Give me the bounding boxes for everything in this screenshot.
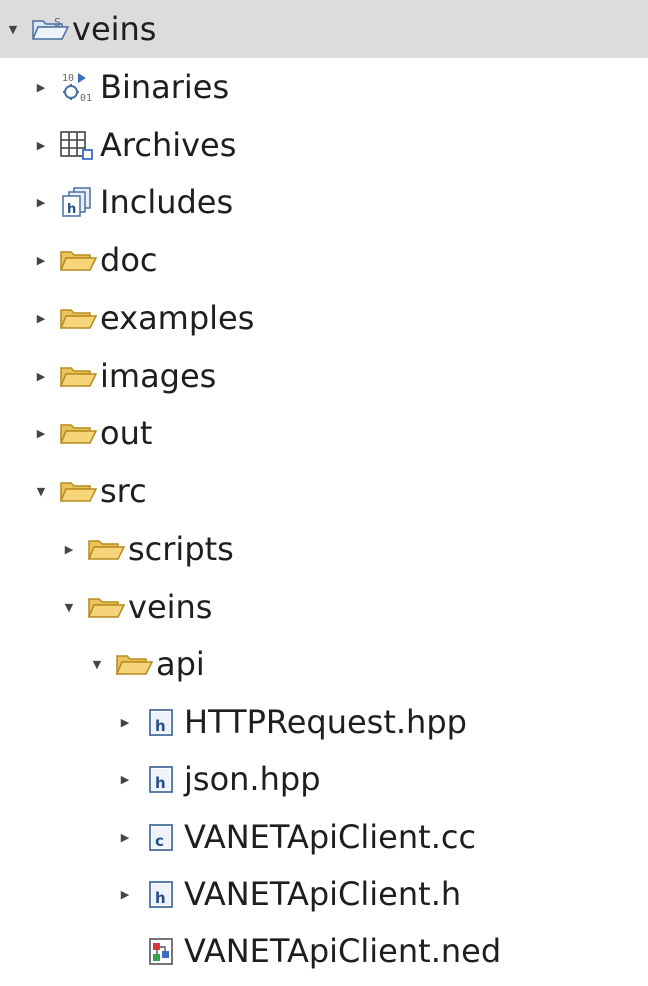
tree-item-binaries[interactable]: ▶ 10 01 Binaries <box>0 58 648 116</box>
tree-item-label: veins <box>72 10 157 48</box>
tree-item-httprequest-hpp[interactable]: ▶ h HTTPRequest.hpp <box>0 693 648 751</box>
expand-arrow-icon[interactable]: ▶ <box>118 772 132 786</box>
folder-icon <box>58 419 98 447</box>
expand-arrow-icon[interactable]: ▶ <box>34 311 48 325</box>
header-file-icon: h <box>142 705 182 739</box>
tree-item-src[interactable]: ▼ src <box>0 462 648 520</box>
folder-icon <box>58 477 98 505</box>
project-explorer-tree: ▼ Sveins ▶ 10 01 Binaries ▶ Archives ▶ h Incl… <box>0 0 648 986</box>
tree-item-label: api <box>156 645 205 683</box>
tree-item-label: VANETApiClient.ned <box>184 932 502 970</box>
tree-item-label: VANETApiClient.h <box>184 875 462 913</box>
tree-item-label: Archives <box>100 126 237 164</box>
source-file-icon: c <box>142 820 182 854</box>
svg-text:c: c <box>155 832 164 850</box>
tree-item-examples[interactable]: ▶ examples <box>0 289 648 347</box>
tree-item-label: veins <box>128 588 213 626</box>
tree-item-vanetapiclient-ned[interactable]: ▶ VANETApiClient.ned <box>0 922 648 980</box>
tree-item-veins[interactable]: ▼ Sveins <box>0 0 648 58</box>
folder-icon <box>58 304 98 332</box>
collapse-arrow-icon[interactable]: ▼ <box>90 657 104 671</box>
folder-icon <box>58 246 98 274</box>
expand-arrow-icon[interactable]: ▶ <box>34 253 48 267</box>
tree-item-vanetapiclient-h[interactable]: ▶ h VANETApiClient.h <box>0 865 648 923</box>
tree-item-scripts[interactable]: ▶ scripts <box>0 520 648 578</box>
svg-text:h: h <box>155 889 166 907</box>
tree-item-archives[interactable]: ▶ Archives <box>0 116 648 174</box>
tree-item-label: images <box>100 357 217 395</box>
tree-item-images[interactable]: ▶ images <box>0 347 648 405</box>
tree-item-includes[interactable]: ▶ h Includes <box>0 173 648 231</box>
expand-arrow-icon[interactable]: ▶ <box>34 369 48 383</box>
collapse-arrow-icon[interactable]: ▼ <box>6 22 20 36</box>
expand-arrow-icon[interactable]: ▶ <box>34 426 48 440</box>
tree-item-label: Includes <box>100 183 234 221</box>
tree-item-label: src <box>100 472 147 510</box>
header-file-icon: h <box>142 877 182 911</box>
expand-arrow-icon[interactable]: ▶ <box>118 887 132 901</box>
folder-icon <box>114 650 154 678</box>
tree-item-label: Binaries <box>100 68 230 106</box>
tree-item-label: out <box>100 414 153 452</box>
tree-item-out[interactable]: ▶ out <box>0 404 648 462</box>
project-folder-icon: S <box>30 14 70 44</box>
svg-text:10: 10 <box>62 73 74 84</box>
includes-icon: h <box>58 185 98 219</box>
svg-text:h: h <box>155 717 166 735</box>
tree-item-json-hpp[interactable]: ▶ h json.hpp <box>0 750 648 808</box>
tree-item-label: json.hpp <box>184 760 321 798</box>
expand-arrow-icon[interactable]: ▶ <box>118 830 132 844</box>
expand-arrow-icon[interactable]: ▶ <box>34 195 48 209</box>
header-file-icon: h <box>142 762 182 796</box>
tree-item-api[interactable]: ▼ api <box>0 635 648 693</box>
tree-item-label: examples <box>100 299 255 337</box>
folder-icon <box>58 362 98 390</box>
tree-item-vanetapiclient-cc[interactable]: ▶ c VANETApiClient.cc <box>0 808 648 866</box>
collapse-arrow-icon[interactable]: ▼ <box>62 600 76 614</box>
folder-icon <box>86 535 126 563</box>
tree-item-doc[interactable]: ▶ doc <box>0 231 648 289</box>
svg-text:h: h <box>155 774 166 792</box>
expand-arrow-icon[interactable]: ▶ <box>34 80 48 94</box>
archives-icon <box>58 128 98 162</box>
expand-arrow-icon[interactable]: ▶ <box>118 715 132 729</box>
svg-text:S: S <box>54 16 61 29</box>
tree-item-label: VANETApiClient.cc <box>184 818 477 856</box>
tree-item-label: HTTPRequest.hpp <box>184 703 467 741</box>
expand-arrow-icon[interactable]: ▶ <box>62 542 76 556</box>
tree-item-label: doc <box>100 241 158 279</box>
ned-file-icon <box>142 934 182 968</box>
folder-icon <box>86 593 126 621</box>
tree-item-label: scripts <box>128 530 234 568</box>
expand-arrow-icon[interactable]: ▶ <box>34 138 48 152</box>
tree-item-veins[interactable]: ▼ veins <box>0 578 648 636</box>
binaries-icon: 10 01 <box>58 70 98 104</box>
svg-text:h: h <box>67 202 76 217</box>
collapse-arrow-icon[interactable]: ▼ <box>34 484 48 498</box>
svg-text:01: 01 <box>80 93 92 104</box>
